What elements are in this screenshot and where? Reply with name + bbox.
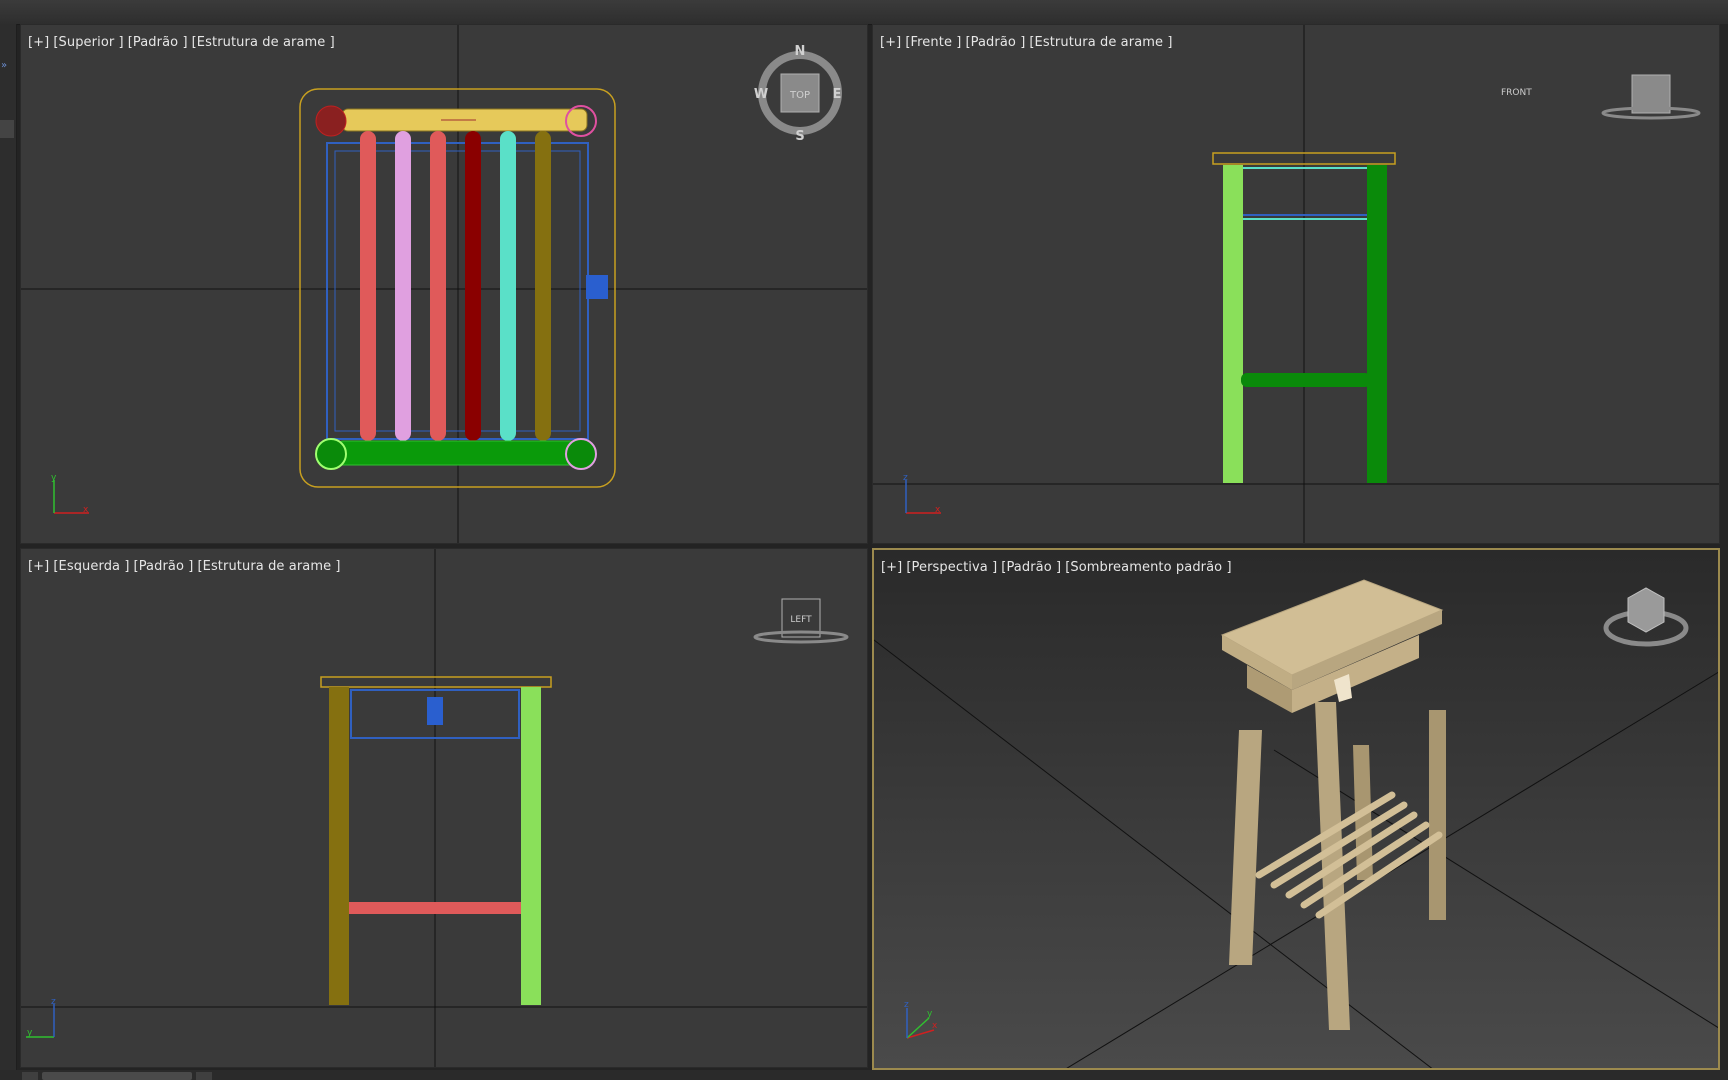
axis-gizmo-front: x z — [903, 473, 941, 515]
svg-text:y: y — [927, 1009, 933, 1019]
left-viewcube-label: LEFT — [790, 615, 812, 625]
viewcube-top-text: TOP — [789, 90, 810, 101]
viewport-front[interactable]: FRONT x z [+] [Frente ] [Padrão ] [Estrutur… — [872, 24, 1720, 544]
leg-bottom-left — [315, 438, 347, 470]
view-shading[interactable]: [Sombreamento padrão ] — [1065, 560, 1231, 575]
view-name[interactable]: [Esquerda ] — [53, 559, 129, 574]
left-leg-back — [329, 687, 349, 1005]
slat-2 — [395, 131, 411, 441]
timeline-prev-button[interactable] — [22, 1072, 38, 1080]
front-viewcube-label: FRONT — [1501, 88, 1532, 98]
left-tabletop — [320, 676, 552, 688]
viewport-label-perspective[interactable]: [+] [Perspectiva ] [Padrão ] [Sombreamento … — [881, 560, 1236, 575]
viewport-label-front[interactable]: [+] [Frente ] [Padrão ] [Estrutura de arame… — [880, 35, 1177, 50]
time-slider[interactable] — [42, 1072, 192, 1080]
view-shading[interactable]: [Estrutura de arame ] — [197, 559, 340, 574]
top-view-canvas: TOP N S E W x y — [21, 25, 867, 543]
timeline-next-button[interactable] — [196, 1072, 212, 1080]
slat-1 — [360, 131, 376, 441]
view-preset[interactable]: [Padrão ] — [965, 35, 1025, 50]
slat-5 — [500, 131, 516, 441]
front-rail — [336, 440, 584, 466]
viewport-label-top[interactable]: [+] [Superior ] [Padrão ] [Estrutura de ara… — [28, 35, 339, 50]
leg-top-left — [315, 105, 347, 137]
timeline-bar — [0, 1070, 1728, 1080]
compass-w: W — [754, 87, 768, 102]
viewport-perspective[interactable]: x y z [+] [Perspectiva ] [Padrão ] [Sombrea… — [872, 548, 1720, 1070]
svg-text:z: z — [904, 1000, 909, 1010]
svg-text:y: y — [27, 1028, 33, 1038]
compass-n: N — [795, 44, 806, 59]
compass-s: S — [795, 129, 804, 144]
svg-text:y: y — [51, 473, 57, 483]
axis-gizmo-top: x y — [51, 473, 89, 515]
compass-e: E — [833, 87, 842, 102]
view-preset[interactable]: [Padrão ] — [134, 559, 194, 574]
svg-text:z: z — [51, 997, 56, 1007]
top-compass[interactable]: TOP N S E W — [754, 44, 842, 144]
view-name[interactable]: [Frente ] — [905, 35, 961, 50]
view-shading[interactable]: [Estrutura de arame ] — [1029, 35, 1172, 50]
menu-plus[interactable]: [+] — [28, 559, 49, 574]
slat-3 — [430, 131, 446, 441]
svg-text:x: x — [83, 505, 89, 515]
leg-bottom-right — [565, 438, 597, 470]
side-tab[interactable] — [0, 120, 14, 138]
command-strip: » — [0, 24, 17, 1070]
view-name[interactable]: [Perspectiva ] — [906, 560, 997, 575]
svg-text:x: x — [935, 505, 941, 515]
menu-plus[interactable]: [+] — [28, 35, 49, 50]
view-preset[interactable]: [Padrão ] — [1001, 560, 1061, 575]
right-strip — [1720, 24, 1728, 1070]
perspective-canvas: x y z — [874, 579, 1718, 1068]
drawer-handle-block — [586, 275, 608, 299]
view-preset[interactable]: [Padrão ] — [128, 35, 188, 50]
axis-gizmo-persp: x y z — [904, 1000, 938, 1039]
left-view-canvas: LEFT y z — [21, 549, 867, 1067]
svg-text:x: x — [932, 1021, 938, 1031]
slat-4 — [465, 131, 481, 441]
expand-chevron-icon[interactable]: » — [1, 60, 7, 71]
left-leg-front — [521, 687, 541, 1005]
front-view-canvas: FRONT x z — [873, 25, 1719, 543]
axis-gizmo-left: y z — [26, 997, 56, 1038]
slat-6 — [535, 131, 551, 441]
viewport-top[interactable]: TOP N S E W x y [+] [Superior ] [Padrão ][… — [20, 24, 868, 544]
menu-plus[interactable]: [+] — [881, 560, 902, 575]
main-toolbar — [0, 0, 1728, 25]
front-leg-right — [1367, 165, 1387, 483]
viewport-left[interactable]: LEFT y z [+] [Esquerda ] [Padrão ] [Estrutu… — [20, 548, 868, 1068]
left-stretcher — [349, 902, 521, 914]
view-shading[interactable]: [Estrutura de arame ] — [192, 35, 335, 50]
front-stretcher — [1241, 373, 1371, 387]
left-drawer-handle — [427, 697, 443, 725]
view-name[interactable]: [Superior ] — [53, 35, 123, 50]
nightstand-model — [1220, 579, 1446, 1030]
perspective-viewcube[interactable] — [1603, 587, 1689, 647]
svg-text:z: z — [903, 473, 908, 483]
viewport-label-left[interactable]: [+] [Esquerda ] [Padrão ] [Estrutura de ara… — [28, 559, 345, 574]
front-leg-left — [1223, 165, 1243, 483]
front-viewcube[interactable] — [1601, 74, 1701, 120]
menu-plus[interactable]: [+] — [880, 35, 901, 50]
